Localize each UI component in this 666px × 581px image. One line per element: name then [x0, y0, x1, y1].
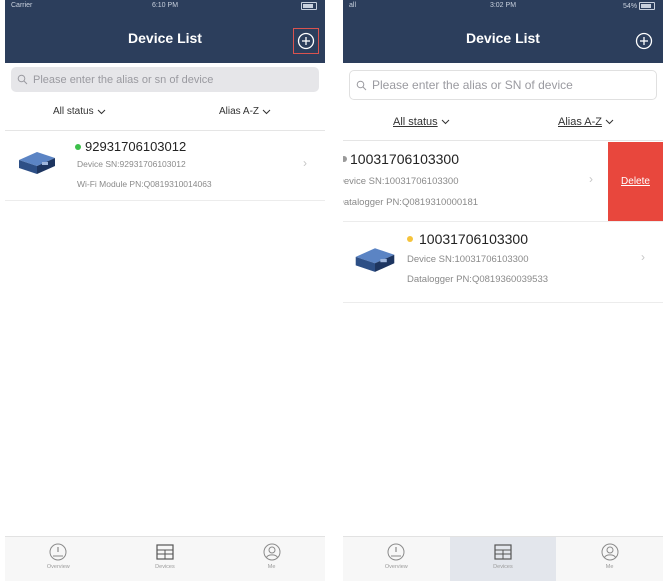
- tab-me-label: Me: [605, 564, 614, 570]
- status-filter[interactable]: All status: [393, 116, 450, 128]
- battery-percent: 54%: [623, 2, 638, 10]
- user-icon: [601, 543, 619, 561]
- search-input[interactable]: [31, 72, 295, 87]
- sort-filter[interactable]: Alias A-Z: [219, 106, 271, 117]
- search-bar[interactable]: [11, 67, 319, 92]
- device-sn: Device SN:10031706103300: [343, 176, 459, 187]
- status-bar: all 3:02 PM 54%: [343, 2, 663, 14]
- device-sn: Device SN:10031706103300: [407, 254, 529, 265]
- module-pn: Wi-Fi Module PN:Q0819310014063: [77, 179, 212, 189]
- inverter-device-icon: [353, 244, 397, 279]
- online-status-dot: [75, 144, 81, 150]
- inverter-device-icon: [17, 148, 57, 181]
- tab-overview[interactable]: Overview: [5, 537, 112, 581]
- plus-circle-icon: [297, 32, 315, 50]
- user-icon: [263, 543, 281, 561]
- search-input[interactable]: [370, 77, 634, 93]
- device-alias: 92931706103012: [85, 139, 187, 154]
- delete-button[interactable]: Delete: [608, 142, 663, 221]
- tab-devices[interactable]: Devices: [449, 537, 557, 581]
- sort-filter-label: Alias A-Z: [219, 106, 260, 117]
- battery-icon: [639, 2, 655, 10]
- tab-overview-label: Overview: [384, 564, 408, 570]
- datalogger-pn: Datalogger PN:Q0819360039533: [407, 274, 549, 285]
- tab-me[interactable]: Me: [556, 537, 663, 581]
- page-title: Device List: [128, 30, 202, 46]
- battery-indicator: 54%: [623, 2, 655, 10]
- status-bar: Carrier 6:10 PM: [5, 2, 325, 14]
- tab-devices[interactable]: Devices: [112, 537, 219, 581]
- clock: 6:10 PM: [151, 2, 179, 9]
- sort-filter[interactable]: Alias A-Z: [558, 116, 614, 128]
- device-grid-icon: [494, 544, 512, 560]
- device-list-item[interactable]: 92931706103012 Device SN:92931706103012 …: [5, 132, 325, 201]
- device-grid-icon: [156, 544, 174, 560]
- filter-bar: All status Alias A-Z: [5, 98, 325, 131]
- gauge-icon: [387, 543, 405, 561]
- tab-bar: Overview Devices Me: [5, 536, 325, 581]
- tab-devices-label: Devices: [493, 564, 513, 570]
- add-device-button[interactable]: [633, 30, 655, 52]
- device-alias: 10031706103300: [350, 151, 460, 167]
- chevron-down-icon: [605, 119, 614, 125]
- tab-me[interactable]: Me: [218, 537, 325, 581]
- add-device-button[interactable]: [293, 28, 319, 54]
- chevron-down-icon: [441, 119, 449, 125]
- device-sn: Device SN:92931706103012: [77, 159, 186, 169]
- app-header: all 3:02 PM 54% Device List: [343, 0, 663, 63]
- clock: 3:02 PM: [489, 2, 517, 9]
- warning-status-dot: [407, 236, 413, 242]
- chevron-right-icon: ›: [641, 250, 645, 264]
- search-icon: [17, 74, 28, 85]
- sort-filter-label: Alias A-Z: [558, 116, 603, 128]
- gauge-icon: [49, 543, 67, 561]
- tab-overview[interactable]: Overview: [343, 537, 450, 581]
- chevron-right-icon: ›: [589, 172, 593, 186]
- search-bar[interactable]: [349, 70, 657, 100]
- plus-circle-icon: [635, 32, 653, 50]
- tab-devices-label: Devices: [155, 564, 175, 570]
- left-phone-screen: Carrier 6:10 PM Device List All status: [5, 0, 325, 581]
- device-list-item-swiped[interactable]: 10031706103300 Device SN:10031706103300 …: [343, 142, 663, 222]
- offline-status-dot: [343, 156, 347, 162]
- status-filter[interactable]: All status: [53, 106, 106, 117]
- app-header: Carrier 6:10 PM Device List: [5, 0, 325, 63]
- tab-bar: Overview Devices Me: [343, 536, 663, 581]
- chevron-right-icon: ›: [303, 156, 307, 170]
- status-filter-label: All status: [393, 116, 438, 128]
- chevron-down-icon: [97, 109, 105, 114]
- tab-overview-label: Overview: [46, 564, 70, 570]
- right-phone-screen: all 3:02 PM 54% Device List All: [343, 0, 663, 581]
- filter-bar: All status Alias A-Z: [343, 108, 663, 141]
- datalogger-pn: Datalogger PN:Q0819310000181: [343, 197, 479, 208]
- tab-me-label: Me: [267, 564, 276, 570]
- status-filter-label: All status: [53, 106, 94, 117]
- page-title: Device List: [466, 30, 540, 46]
- device-list-item[interactable]: 10031706103300 Device SN:10031706103300 …: [343, 222, 663, 303]
- battery-icon: [301, 2, 317, 10]
- device-alias: 10031706103300: [419, 231, 529, 247]
- search-icon: [356, 80, 367, 91]
- chevron-down-icon: [262, 109, 271, 114]
